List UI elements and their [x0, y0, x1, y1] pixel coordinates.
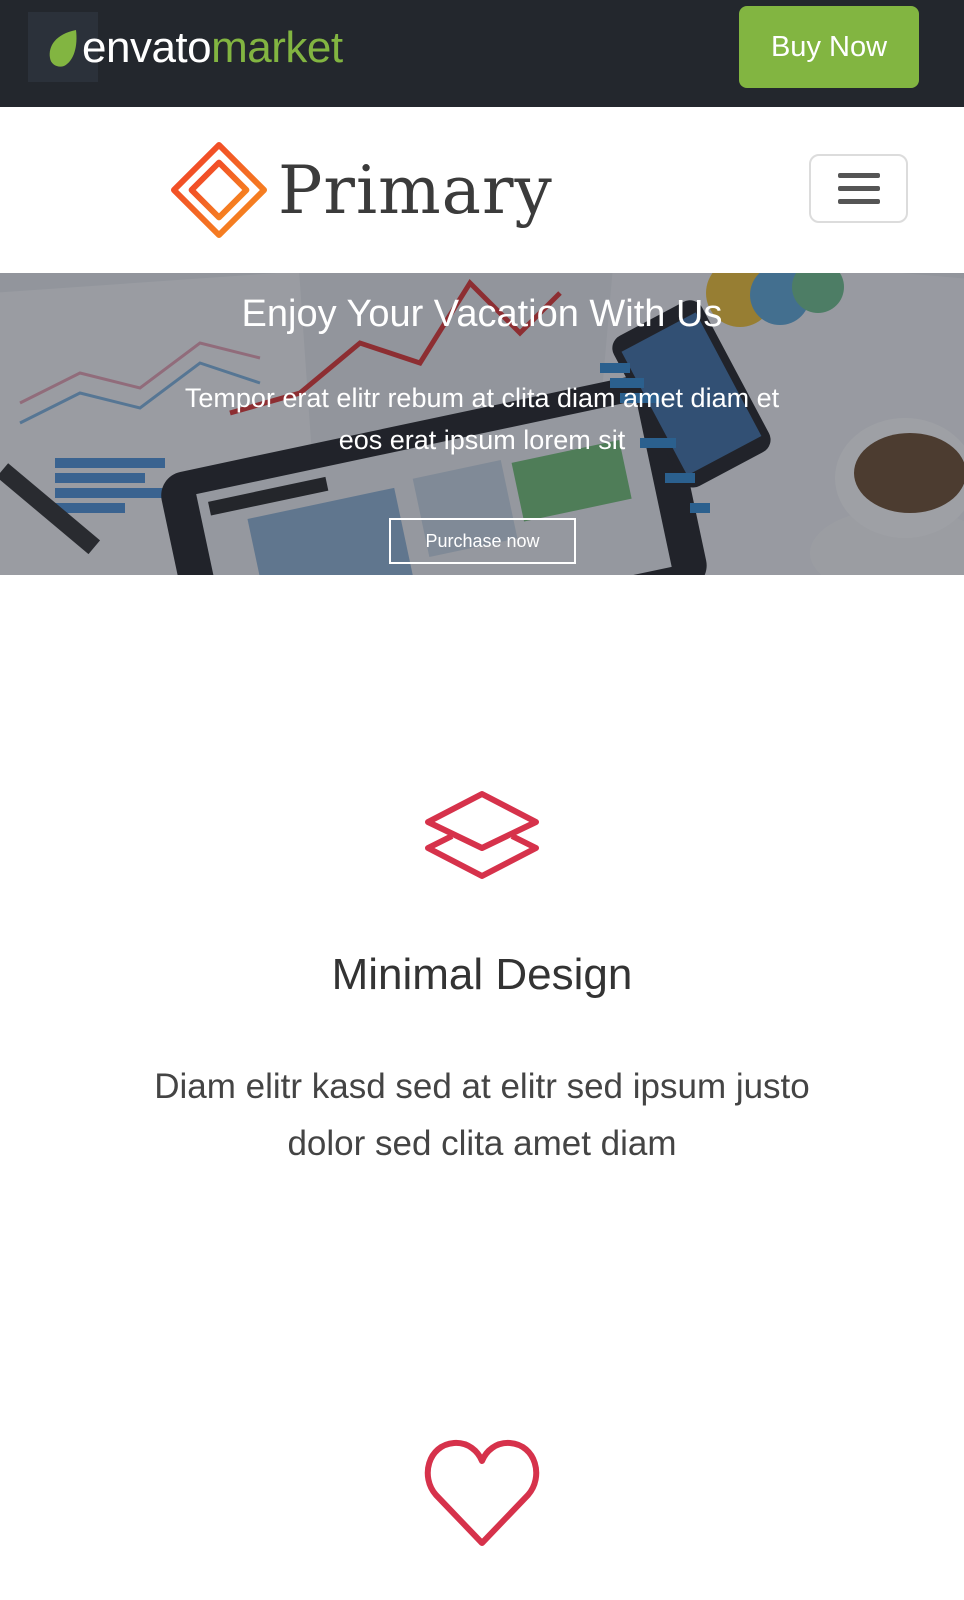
purchase-now-button[interactable]: Purchase now	[389, 518, 576, 564]
buy-now-button[interactable]: Buy Now	[739, 6, 919, 88]
menu-toggle-button[interactable]	[809, 154, 908, 223]
feature-second	[0, 1437, 964, 1549]
feature-minimal-design: Minimal Design Diam elitr kasd sed at el…	[0, 790, 964, 1172]
brand-logo[interactable]: Primary	[170, 141, 553, 239]
diamond-logo-icon	[170, 141, 268, 239]
hamburger-icon	[837, 173, 880, 178]
heart-icon	[424, 1439, 540, 1546]
envato-leaf-icon	[49, 30, 77, 67]
brand-name: Primary	[278, 151, 553, 229]
layers-icon	[425, 791, 539, 879]
hero-banner: Enjoy Your Vacation With Us Tempor erat …	[0, 273, 964, 575]
envato-market-logo[interactable]: envatomarket	[28, 12, 343, 84]
envato-top-bar: envatomarket Buy Now	[0, 0, 964, 107]
market-logo-word: market	[211, 23, 343, 72]
site-header: Primary	[0, 107, 964, 273]
feature-description: Diam elitr kasd sed at elitr sed ipsum j…	[154, 1067, 810, 1163]
hero-title: Enjoy Your Vacation With Us	[241, 293, 723, 335]
hero-subtitle: Tempor erat elitr rebum at clita diam am…	[184, 383, 780, 455]
envato-logo-word: envato	[82, 23, 212, 72]
feature-title: Minimal Design	[331, 950, 633, 999]
